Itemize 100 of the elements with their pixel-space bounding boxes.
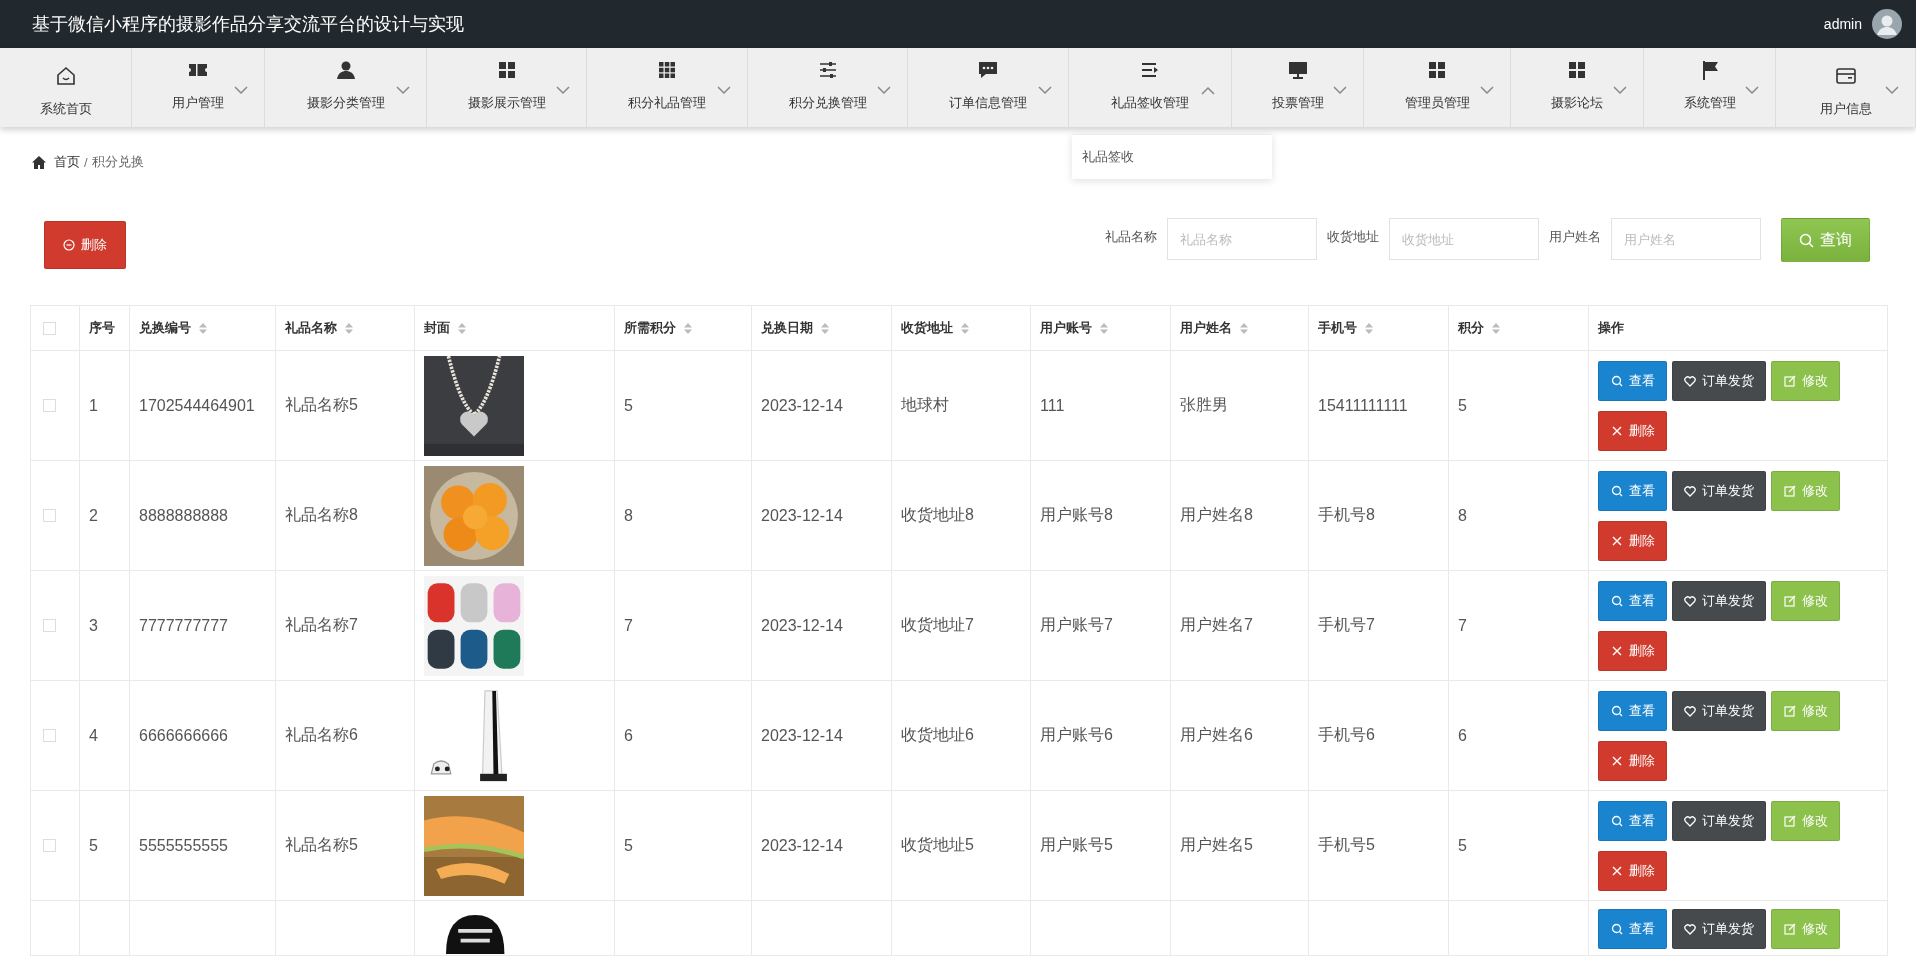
close-icon bbox=[1610, 534, 1623, 547]
input-field[interactable]: 收货地址 bbox=[1389, 218, 1539, 260]
ship-button[interactable]: 订单发货 bbox=[1672, 580, 1766, 621]
table-cell: 5 bbox=[624, 836, 633, 854]
table-cell: 礼品名称7 bbox=[285, 616, 358, 633]
column-header[interactable]: 礼品名称 bbox=[285, 319, 337, 337]
minus-circle-icon bbox=[63, 239, 75, 251]
view-button[interactable]: 查看 bbox=[1598, 470, 1667, 511]
table-cell: 8 bbox=[624, 506, 633, 524]
input-field[interactable]: 用户姓名 bbox=[1611, 218, 1761, 260]
nav-item[interactable]: 摄影展示管理 bbox=[427, 48, 587, 127]
delete-button[interactable]: 删除 bbox=[1598, 630, 1667, 671]
edit-icon bbox=[1783, 704, 1796, 717]
column-header[interactable]: 封面 bbox=[424, 319, 450, 337]
column-header[interactable]: 所需积分 bbox=[624, 319, 676, 337]
table-cell: 3 bbox=[89, 616, 98, 634]
nav-item[interactable]: 摄影分类管理 bbox=[265, 48, 427, 127]
view-button[interactable]: 查看 bbox=[1598, 580, 1667, 621]
ship-button[interactable]: 订单发货 bbox=[1672, 360, 1766, 401]
nav-item[interactable]: 系统首页 bbox=[0, 48, 132, 127]
table-cell: 1 bbox=[89, 396, 98, 414]
table-cell: 收货地址7 bbox=[901, 616, 974, 633]
table-cell: 6 bbox=[1458, 726, 1467, 744]
edit-icon bbox=[1783, 814, 1796, 827]
column-header[interactable]: 用户姓名 bbox=[1180, 319, 1232, 337]
column-header[interactable]: 积分 bbox=[1458, 319, 1484, 337]
nav-item[interactable]: 系统管理 bbox=[1644, 48, 1776, 127]
heart-icon bbox=[1684, 704, 1696, 717]
edit-icon bbox=[1783, 923, 1796, 935]
breadcrumb-link[interactable]: 首页 bbox=[54, 153, 80, 171]
column-header: 序号 bbox=[89, 319, 115, 337]
table-cell: 礼品名称5 bbox=[285, 836, 358, 853]
heart-icon bbox=[1684, 484, 1696, 497]
table-cell: 用户姓名7 bbox=[1180, 616, 1253, 633]
ship-button[interactable]: 订单发货 bbox=[1672, 470, 1766, 511]
nav-item[interactable]: 积分礼品管理 bbox=[587, 48, 748, 127]
heart-icon bbox=[1684, 594, 1696, 607]
close-icon bbox=[1610, 864, 1623, 877]
nav-item[interactable]: 礼品签收管理 bbox=[1069, 48, 1232, 127]
table-cell: 用户账号5 bbox=[1040, 836, 1113, 853]
nav-item[interactable]: 摄影论坛 bbox=[1511, 48, 1644, 127]
delete-button[interactable]: 删除 bbox=[1598, 850, 1667, 891]
delete-button[interactable]: 删除 bbox=[1598, 740, 1667, 781]
column-header[interactable]: 兑换日期 bbox=[761, 319, 813, 337]
row-checkbox[interactable] bbox=[43, 729, 56, 742]
user-name[interactable]: admin bbox=[1823, 16, 1862, 32]
column-header[interactable]: 收货地址 bbox=[901, 319, 953, 337]
heart-icon bbox=[1684, 814, 1696, 827]
delete-button[interactable]: 删除 bbox=[1598, 520, 1667, 561]
delete-button[interactable]: 删除 bbox=[44, 221, 126, 269]
nav-item[interactable]: 积分兑换管理 bbox=[748, 48, 908, 127]
search-icon bbox=[1610, 374, 1623, 387]
search-icon bbox=[1610, 704, 1623, 717]
nav-item[interactable]: 用户管理 bbox=[132, 48, 265, 127]
table-cell: 7777777777 bbox=[139, 616, 228, 634]
row-checkbox[interactable] bbox=[43, 839, 56, 852]
table-cell: 用户姓名5 bbox=[1180, 836, 1253, 853]
close-icon bbox=[1610, 754, 1623, 767]
dropdown-item[interactable]: 礼品签收 bbox=[1072, 135, 1272, 179]
table-cell: 收货地址8 bbox=[901, 506, 974, 523]
nav-item[interactable]: 订单信息管理 bbox=[908, 48, 1069, 127]
input-field[interactable]: 礼品名称 bbox=[1167, 218, 1317, 260]
view-button[interactable]: 查看 bbox=[1598, 909, 1667, 949]
table-cell: 6666666666 bbox=[139, 726, 228, 744]
nav-item[interactable]: 投票管理 bbox=[1232, 48, 1364, 127]
nav-item[interactable]: 用户信息 bbox=[1776, 48, 1916, 127]
table-cell: 111 bbox=[1040, 396, 1065, 414]
heart-icon bbox=[1684, 374, 1696, 387]
column-header[interactable]: 兑换编号 bbox=[139, 319, 191, 337]
table-cell: 8888888888 bbox=[139, 506, 228, 524]
table-cell: 1702544464901 bbox=[139, 396, 255, 414]
table-cell: 收货地址5 bbox=[901, 836, 974, 853]
table-cell: 2023-12-14 bbox=[761, 836, 843, 854]
app-title: 基于微信小程序的摄影作品分享交流平台的设计与实现 bbox=[32, 13, 464, 36]
column-header[interactable]: 手机号 bbox=[1318, 319, 1357, 337]
column-header[interactable]: 用户账号 bbox=[1040, 319, 1092, 337]
table-cell: 用户账号8 bbox=[1040, 506, 1113, 523]
delete-button[interactable]: 删除 bbox=[1598, 410, 1667, 451]
row-checkbox[interactable] bbox=[43, 399, 56, 412]
table-cell: 用户姓名8 bbox=[1180, 506, 1253, 523]
table-cell: 手机号8 bbox=[1318, 506, 1375, 523]
table-cell: 礼品名称5 bbox=[285, 396, 358, 413]
ship-button[interactable]: 订单发货 bbox=[1672, 690, 1766, 731]
select-all-checkbox[interactable] bbox=[43, 321, 56, 335]
ship-button[interactable]: 订单发货 bbox=[1672, 909, 1766, 949]
column-header: 操作 bbox=[1598, 319, 1624, 337]
view-button[interactable]: 查看 bbox=[1598, 690, 1667, 731]
view-button[interactable]: 查看 bbox=[1598, 360, 1667, 401]
close-icon bbox=[1610, 644, 1623, 657]
row-checkbox[interactable] bbox=[43, 619, 56, 632]
filter-label: 用户姓名 bbox=[1549, 228, 1601, 246]
view-button[interactable]: 查看 bbox=[1598, 800, 1667, 841]
table-cell: 5 bbox=[1458, 396, 1467, 414]
search-icon bbox=[1610, 923, 1623, 935]
table-cell: 4 bbox=[89, 726, 98, 744]
table-cell: 手机号6 bbox=[1318, 726, 1375, 743]
nav-item[interactable]: 管理员管理 bbox=[1364, 48, 1511, 127]
row-checkbox[interactable] bbox=[43, 509, 56, 522]
ship-button[interactable]: 订单发货 bbox=[1672, 800, 1766, 841]
home-icon bbox=[32, 155, 46, 169]
